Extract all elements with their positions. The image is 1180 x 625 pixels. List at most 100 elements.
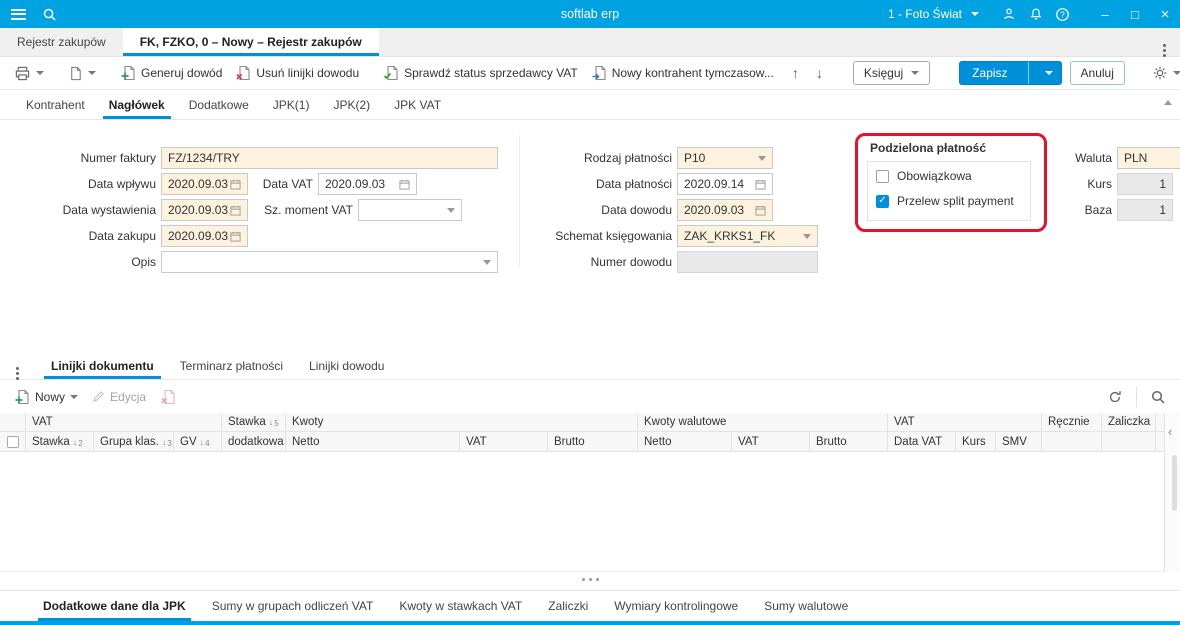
search-icon[interactable] bbox=[42, 7, 57, 22]
tab-naglowek[interactable]: Nagłówek bbox=[97, 90, 177, 119]
splitter-handle[interactable] bbox=[0, 578, 1180, 581]
search-lines-button[interactable] bbox=[1145, 385, 1171, 409]
check-vat-status-button[interactable]: Sprawdź status sprzedawcy VAT bbox=[378, 61, 583, 85]
column-kurs[interactable]: Kurs bbox=[956, 432, 996, 452]
new-temp-contractor-button[interactable]: Nowy kontrahent tymczasow... bbox=[586, 61, 779, 85]
column-gv[interactable]: GV ↓ 4 bbox=[174, 432, 222, 452]
tab-jpk2[interactable]: JPK(2) bbox=[321, 90, 382, 119]
tab-jpk-vat[interactable]: JPK VAT bbox=[382, 90, 453, 119]
sz-moment-vat-select[interactable] bbox=[358, 199, 462, 221]
minimize-button[interactable]: – bbox=[1090, 0, 1120, 28]
tab-sumy-w-grupach[interactable]: Sumy w grupach odliczeń VAT bbox=[199, 591, 387, 621]
column-vat-walutowe[interactable]: VAT bbox=[732, 432, 810, 452]
new-temp-contractor-icon bbox=[591, 65, 607, 81]
close-button[interactable]: × bbox=[1150, 0, 1180, 28]
calendar-icon bbox=[755, 205, 766, 216]
tab-jpk1[interactable]: JPK(1) bbox=[261, 90, 322, 119]
vertical-scrollbar[interactable] bbox=[1172, 455, 1177, 511]
select-all-cell[interactable] bbox=[0, 432, 26, 452]
waluta-select[interactable]: PLN bbox=[1117, 147, 1180, 169]
user-icon[interactable] bbox=[995, 7, 1022, 21]
post-button[interactable]: Księguj bbox=[852, 61, 931, 85]
hamburger-menu-icon[interactable] bbox=[11, 8, 26, 20]
data-zakupu-input[interactable]: 2020.09.03 bbox=[161, 225, 248, 247]
column-brutto-walutowe[interactable]: Brutto bbox=[810, 432, 888, 452]
new-line-button[interactable]: Nowy bbox=[9, 385, 83, 409]
lines-grid-body[interactable] bbox=[0, 452, 1164, 572]
settings-button[interactable] bbox=[1147, 61, 1180, 85]
company-context-selector[interactable]: 1 - Foto Świat bbox=[888, 7, 979, 21]
header-select-spacer bbox=[0, 413, 26, 432]
opis-select[interactable] bbox=[161, 251, 498, 273]
data-wplywu-input[interactable]: 2020.09.03 bbox=[161, 173, 248, 195]
tab-rejestr-zakupow[interactable]: Rejestr zakupów bbox=[0, 28, 123, 56]
bell-icon[interactable] bbox=[1022, 7, 1049, 21]
tab-zaliczki[interactable]: Zaliczki bbox=[535, 591, 601, 621]
obowiazkowa-checkbox[interactable]: Obowiązkowa bbox=[876, 169, 972, 183]
move-down-button[interactable]: ↓ bbox=[809, 65, 830, 81]
check-vat-status-icon bbox=[383, 65, 399, 81]
panel-menu-icon[interactable] bbox=[16, 359, 19, 372]
tab-linijki-dowodu[interactable]: Linijki dowodu bbox=[296, 352, 397, 379]
tab-kwoty-w-stawkach[interactable]: Kwoty w stawkach VAT bbox=[386, 591, 535, 621]
rodzaj-platnosci-select[interactable]: P10 bbox=[677, 147, 773, 169]
generate-document-button[interactable]: Generuj dowód bbox=[115, 61, 227, 85]
magnifier-icon bbox=[1150, 389, 1166, 405]
column-brutto[interactable]: Brutto bbox=[548, 432, 638, 452]
column-vat[interactable]: VAT bbox=[460, 432, 548, 452]
form-tab-strip: Kontrahent Nagłówek Dodatkowe JPK(1) JPK… bbox=[0, 90, 1180, 120]
column-zaliczka[interactable]: Zaliczka bbox=[1102, 413, 1156, 432]
column-grupa-klas[interactable]: Grupa klas. ↓ 3 bbox=[94, 432, 174, 452]
scroll-up-icon[interactable] bbox=[1164, 100, 1172, 105]
kurs-label: Kurs bbox=[1087, 177, 1112, 191]
schemat-ksiegowania-select[interactable]: ZAK_KRKS1_FK bbox=[677, 225, 818, 247]
post-label: Księguj bbox=[863, 66, 904, 80]
edit-line-label: Edycja bbox=[110, 389, 147, 404]
column-group-vat[interactable]: VAT bbox=[26, 413, 222, 432]
column-stawka-dodatkowa-top[interactable]: Stawka ↓ 5 bbox=[222, 413, 286, 432]
baza-value: 1 bbox=[1159, 203, 1166, 217]
data-vat-value: 2020.09.03 bbox=[325, 177, 386, 191]
delete-document-lines-button[interactable]: Usuń linijki dowodu bbox=[230, 61, 364, 85]
column-stawka-dodatkowa-bottom[interactable]: dodatkowa bbox=[222, 432, 286, 452]
column-data-vat[interactable]: Data VAT bbox=[888, 432, 956, 452]
cancel-button[interactable]: Anuluj bbox=[1069, 61, 1125, 85]
collapse-panel-icon[interactable]: ‹ bbox=[1168, 425, 1172, 438]
move-up-button[interactable]: ↑ bbox=[785, 65, 806, 81]
main-toolbar: Generuj dowód Usuń linijki dowodu Sprawd… bbox=[0, 57, 1180, 90]
column-netto[interactable]: Netto bbox=[286, 432, 460, 452]
data-vat-input[interactable]: 2020.09.03 bbox=[318, 173, 417, 195]
column-recznie[interactable]: Ręcznie bbox=[1042, 413, 1102, 432]
data-platnosci-input[interactable]: 2020.09.14 bbox=[677, 173, 773, 195]
tab-dodatkowe-dane-jpk[interactable]: Dodatkowe dane dla JPK bbox=[30, 591, 199, 621]
column-group-kwoty[interactable]: Kwoty bbox=[286, 413, 638, 432]
column-smv[interactable]: SMV bbox=[996, 432, 1042, 452]
new-document-button[interactable] bbox=[63, 62, 101, 85]
save-button[interactable]: Zapisz bbox=[959, 61, 1062, 85]
tab-kontrahent[interactable]: Kontrahent bbox=[14, 90, 97, 119]
calendar-icon bbox=[755, 179, 766, 190]
przelew-split-payment-checkbox[interactable]: Przelew split payment bbox=[876, 194, 1014, 208]
column-netto-walutowe[interactable]: Netto bbox=[638, 432, 732, 452]
print-button[interactable] bbox=[9, 61, 49, 86]
numer-faktury-input[interactable]: FZ/1234/TRY bbox=[161, 147, 498, 169]
tab-wymiary-kontrolingowe[interactable]: Wymiary kontrolingowe bbox=[601, 591, 751, 621]
column-group-kwoty-walutowe[interactable]: Kwoty walutowe bbox=[638, 413, 888, 432]
tab-terminarz-platnosci[interactable]: Terminarz płatności bbox=[167, 352, 296, 379]
generate-document-label: Generuj dowód bbox=[141, 66, 223, 80]
column-stawka[interactable]: Stawka ↓ 2 bbox=[26, 432, 94, 452]
help-icon[interactable]: ? bbox=[1049, 7, 1076, 22]
tab-active-document[interactable]: FK, FZKO, 0 – Nowy – Rejestr zakupów bbox=[122, 28, 379, 56]
column-group-vat2[interactable]: VAT bbox=[888, 413, 1042, 432]
data-dowodu-input[interactable]: 2020.09.03 bbox=[677, 199, 773, 221]
select-all-checkbox[interactable] bbox=[6, 435, 19, 448]
tab-sumy-walutowe[interactable]: Sumy walutowe bbox=[751, 591, 861, 621]
header-form: Numer faktury FZ/1234/TRY Data wpływu 20… bbox=[0, 120, 1180, 352]
tab-dodatkowe[interactable]: Dodatkowe bbox=[177, 90, 261, 119]
maximize-button[interactable]: □ bbox=[1120, 0, 1150, 28]
data-wystawienia-input[interactable]: 2020.09.03 bbox=[161, 199, 248, 221]
more-options-icon[interactable] bbox=[1163, 36, 1166, 49]
schemat-ksiegowania-value: ZAK_KRKS1_FK bbox=[684, 229, 776, 243]
tab-linijki-dokumentu[interactable]: Linijki dokumentu bbox=[38, 352, 167, 379]
refresh-lines-button[interactable] bbox=[1102, 385, 1128, 409]
